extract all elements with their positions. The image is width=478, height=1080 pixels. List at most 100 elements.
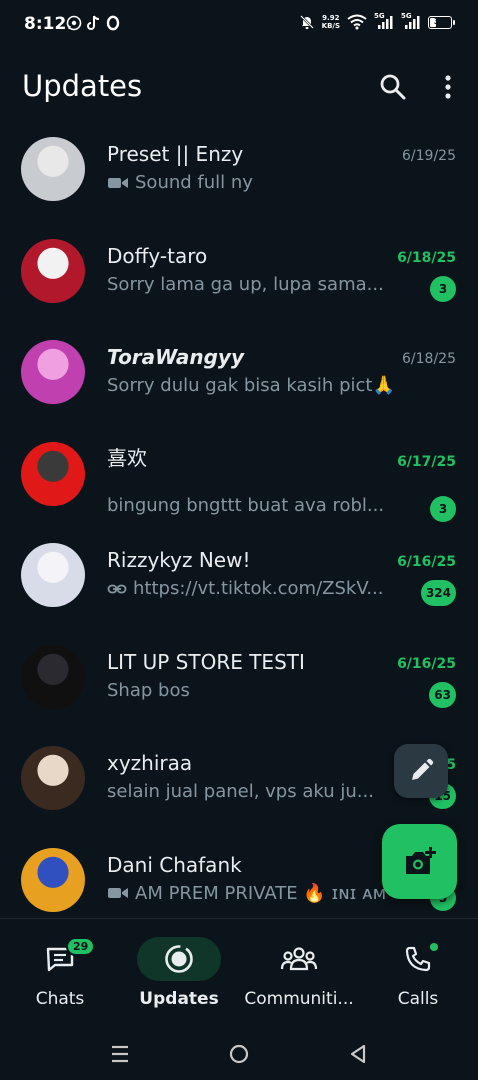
back-triangle-icon [350,1044,366,1064]
status-right-icons: 9.92 KB/S 5G 5G 31 [299,12,455,30]
battery-icon: 31 [428,15,455,29]
chats-unread-badge: 29 [66,937,96,956]
chat-preview: Sorry lama ga up, lupa sama... [107,274,407,295]
recent-apps-button[interactable] [107,1042,133,1066]
chat-preview-text: Sorry lama ga up, lupa sama... [107,273,384,295]
tab-updates-icon-wrap [137,937,221,981]
back-button[interactable] [345,1042,371,1066]
tab-chats-label: Chats [35,989,85,1009]
tab-calls[interactable]: Calls [358,919,478,1019]
page-title: Updates [22,69,143,103]
avatar[interactable] [21,543,85,607]
menu-icon [112,1045,128,1063]
tab-calls-icon-wrap [376,937,460,981]
chat-preview: Sorry dulu gak bisa kasih pict🙏 [107,375,407,396]
signal-icon [378,16,393,29]
signal-icon [405,16,420,29]
chat-preview-text: Sound full ny [135,172,253,193]
chat-preview: https://vt.tiktok.com/ZSkV... [107,578,407,599]
chat-row[interactable]: Doffy-taro Sorry lama ga up, lupa sama...… [0,224,478,325]
new-status-camera-button[interactable] [382,824,457,899]
chat-preview-text: bingung bngttt buat ava robl... [107,494,385,516]
bottom-navigation: 29 Chats Updates Communiti... Calls [0,918,478,1028]
tab-updates[interactable]: Updates [119,919,239,1019]
net-speed: 9.92 KB/S [321,14,340,30]
battery-level: 31 [433,16,447,27]
new-text-status-button[interactable] [394,744,448,798]
chat-preview-text: Sorry dulu gak bisa kasih pict🙏 [107,375,395,396]
chat-preview: AM PREM PRIVATE 🔥 ɪɴɪ ᴀᴍ [107,883,407,904]
chat-name: Rizzykyz New! [107,548,251,572]
chat-name: Preset || Enzy [107,142,244,166]
calls-notification-dot [430,943,438,951]
chat-date: 6/16/25 [397,655,456,672]
camera-add-icon [405,846,436,874]
home-button[interactable] [226,1042,252,1066]
tab-communities-label: Communiti... [244,989,354,1009]
search-button[interactable] [378,72,408,102]
chat-preview-text: AM PREM PRIVATE 🔥 ɪɴɪ ᴀᴍ [135,882,387,904]
chat-date: 6/18/25 [402,351,456,367]
signal-sim2: 5G [401,12,421,30]
chat-date: 6/18/25 [397,249,456,266]
chat-preview: Sound full ny [107,172,407,193]
link-icon [107,584,127,593]
chat-row[interactable]: Rizzykyz New! https://vt.tiktok.com/ZSkV.… [0,528,478,629]
unread-badge: 3 [430,495,456,522]
avatar[interactable] [21,441,85,506]
tab-chats[interactable]: 29 Chats [0,919,120,1019]
chat-date: 6/16/25 [397,554,456,570]
more-options-button[interactable] [438,72,458,102]
chat-name: xyzhiraa [107,751,193,775]
whatsapp-icon [66,15,82,31]
chat-preview-text: Shap bos [107,679,190,701]
chat-preview: selain jual panel, vps aku ju... [107,781,407,802]
chat-date: 6/19/25 [402,148,456,164]
tab-communities-icon-wrap [257,937,341,981]
video-icon [108,888,128,898]
status-time: 8:12 [24,14,67,34]
status-bar: 8:12 9.92 KB/S 5G 5G 31 [0,0,478,52]
unread-badge: 3 [430,275,456,302]
phone-icon [405,946,431,972]
avatar[interactable] [21,847,85,912]
chat-row[interactable]: Preset || Enzy Sound full ny 6/19/25 [0,122,478,223]
app-header: Updates [0,52,478,122]
avatar[interactable] [21,746,85,810]
unread-badge: 324 [420,580,456,606]
system-navigation [0,1028,478,1080]
avatar[interactable] [21,340,85,404]
wifi-icon [347,14,367,30]
tab-communities[interactable]: Communiti... [239,919,359,1019]
opera-icon [106,15,120,31]
more-vertical-icon [445,75,451,99]
tab-updates-label: Updates [139,989,219,1009]
video-icon [108,177,128,188]
chat-name: Dani Chafank [107,852,242,877]
avatar[interactable] [21,644,85,709]
tiktok-icon [87,15,100,30]
status-icon [165,945,193,973]
chat-name: ToraWangyy [107,345,244,369]
pencil-icon [412,758,434,780]
home-circle-icon [229,1044,249,1064]
status-left-icons [66,15,120,31]
chat-name-text: 喜欢 [107,445,147,470]
chat-date: 6/17/25 [397,453,456,470]
search-icon [380,74,406,100]
chat-row[interactable]: LIT UP STORE TESTI Shap bos 6/16/25 63 [0,630,478,731]
communities-icon [280,947,318,971]
bell-off-icon [299,15,314,29]
chat-preview: bingung bngttt buat ava robl... [107,495,407,516]
chat-preview: Shap bos [107,680,407,701]
chat-name: LIT UP STORE TESTI [107,649,305,674]
chat-preview-text: https://vt.tiktok.com/ZSkV... [133,578,384,599]
unread-badge: 63 [429,681,456,708]
avatar[interactable] [21,238,85,303]
tab-calls-label: Calls [397,989,439,1009]
chat-row[interactable]: ToraWangyy Sorry dulu gak bisa kasih pict… [0,325,478,426]
chat-name: ٜ喜欢 [107,442,147,471]
avatar[interactable] [21,137,85,201]
chat-row[interactable]: ٜ喜欢 bingung bngttt buat ava robl... 6/17/2… [0,427,478,528]
chat-preview-text: selain jual panel, vps aku ju... [107,781,374,802]
